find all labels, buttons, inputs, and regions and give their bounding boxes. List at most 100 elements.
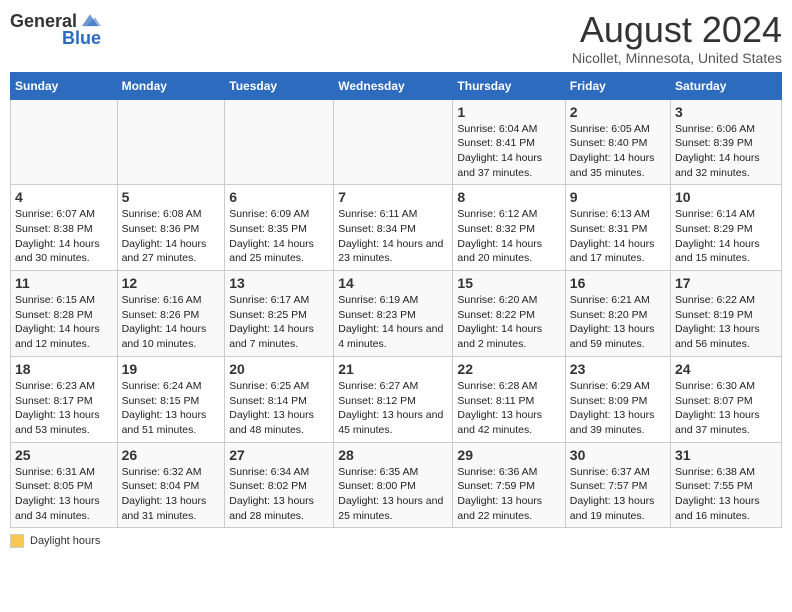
day-info: Sunrise: 6:37 AM Sunset: 7:57 PM Dayligh… [570,465,666,524]
day-number: 23 [570,361,666,377]
day-info: Sunrise: 6:25 AM Sunset: 8:14 PM Dayligh… [229,379,329,438]
calendar-cell: 21Sunrise: 6:27 AM Sunset: 8:12 PM Dayli… [334,356,453,442]
calendar-cell: 29 Sunrise: 6:36 AM Sunset: 7:59 PM Dayli… [453,442,565,528]
day-info: Sunrise: 6:20 AM Sunset: 8:22 PM Dayligh… [457,293,560,352]
calendar-cell: 20 Sunrise: 6:25 AM Sunset: 8:14 PM Dayli… [225,356,334,442]
page-subtitle: Nicollet, Minnesota, United States [572,50,782,66]
calendar-cell: 3 Sunrise: 6:06 AM Sunset: 8:39 PM Daylig… [671,99,782,185]
calendar-cell: 23 Sunrise: 6:29 AM Sunset: 8:09 PM Dayli… [565,356,670,442]
calendar-week-3: 11 Sunrise: 6:15 AM Sunset: 8:28 PM Dayli… [11,271,782,357]
calendar-week-5: 25 Sunrise: 6:31 AM Sunset: 8:05 PM Dayli… [11,442,782,528]
calendar-cell: 28 Sunrise: 6:35 AM Sunset: 8:00 PM Dayli… [334,442,453,528]
day-info: Sunrise: 6:11 AM Sunset: 8:34 PM Dayligh… [338,207,448,266]
day-info: Sunrise: 6:12 AM Sunset: 8:32 PM Dayligh… [457,207,560,266]
day-info: Sunrise: 6:28 AM Sunset: 8:11 PM Dayligh… [457,379,560,438]
calendar-cell: 2 Sunrise: 6:05 AM Sunset: 8:40 PM Daylig… [565,99,670,185]
calendar-table: SundayMondayTuesdayWednesdayThursdayFrid… [10,72,782,529]
day-info: Sunrise: 6:13 AM Sunset: 8:31 PM Dayligh… [570,207,666,266]
day-info: Sunrise: 6:36 AM Sunset: 7:59 PM Dayligh… [457,465,560,524]
day-number: 9 [570,189,666,205]
day-info: Sunrise: 6:19 AM Sunset: 8:23 PM Dayligh… [338,293,448,352]
day-info: Sunrise: 6:21 AM Sunset: 8:20 PM Dayligh… [570,293,666,352]
day-number: 11 [15,275,113,291]
calendar-cell: 15 Sunrise: 6:20 AM Sunset: 8:22 PM Dayli… [453,271,565,357]
day-info: Sunrise: 6:34 AM Sunset: 8:02 PM Dayligh… [229,465,329,524]
day-info: Sunrise: 6:07 AM Sunset: 8:38 PM Dayligh… [15,207,113,266]
day-number: 29 [457,447,560,463]
day-info: Sunrise: 6:29 AM Sunset: 8:09 PM Dayligh… [570,379,666,438]
day-info: Sunrise: 6:30 AM Sunset: 8:07 PM Dayligh… [675,379,777,438]
day-number: 15 [457,275,560,291]
day-info: Sunrise: 6:06 AM Sunset: 8:39 PM Dayligh… [675,122,777,181]
day-number: 30 [570,447,666,463]
day-info: Sunrise: 6:14 AM Sunset: 8:29 PM Dayligh… [675,207,777,266]
day-number: 17 [675,275,777,291]
day-number: 12 [122,275,221,291]
day-info: Sunrise: 6:16 AM Sunset: 8:26 PM Dayligh… [122,293,221,352]
day-info: Sunrise: 6:15 AM Sunset: 8:28 PM Dayligh… [15,293,113,352]
calendar-cell: 8 Sunrise: 6:12 AM Sunset: 8:32 PM Daylig… [453,185,565,271]
calendar-cell: 19Sunrise: 6:24 AM Sunset: 8:15 PM Dayli… [117,356,225,442]
day-info: Sunrise: 6:08 AM Sunset: 8:36 PM Dayligh… [122,207,221,266]
calendar-cell: 11 Sunrise: 6:15 AM Sunset: 8:28 PM Dayli… [11,271,118,357]
calendar-cell: 22 Sunrise: 6:28 AM Sunset: 8:11 PM Dayli… [453,356,565,442]
day-number: 19 [122,361,221,377]
day-info: Sunrise: 6:31 AM Sunset: 8:05 PM Dayligh… [15,465,113,524]
header-tuesday: Tuesday [225,72,334,99]
header-saturday: Saturday [671,72,782,99]
day-info: Sunrise: 6:27 AM Sunset: 8:12 PM Dayligh… [338,379,448,438]
header-friday: Friday [565,72,670,99]
day-info: Sunrise: 6:32 AM Sunset: 8:04 PM Dayligh… [122,465,221,524]
calendar-cell [334,99,453,185]
day-number: 6 [229,189,329,205]
calendar-cell: 26Sunrise: 6:32 AM Sunset: 8:04 PM Dayli… [117,442,225,528]
day-number: 20 [229,361,329,377]
day-number: 28 [338,447,448,463]
day-number: 14 [338,275,448,291]
day-info: Sunrise: 6:05 AM Sunset: 8:40 PM Dayligh… [570,122,666,181]
day-info: Sunrise: 6:38 AM Sunset: 7:55 PM Dayligh… [675,465,777,524]
header-wednesday: Wednesday [334,72,453,99]
legend-label: Daylight hours [30,535,100,547]
day-number: 31 [675,447,777,463]
calendar-cell: 5 Sunrise: 6:08 AM Sunset: 8:36 PM Daylig… [117,185,225,271]
calendar-week-1: 1Sunrise: 6:04 AM Sunset: 8:41 PM Daylig… [11,99,782,185]
day-number: 10 [675,189,777,205]
page-title: August 2024 [572,10,782,50]
day-info: Sunrise: 6:22 AM Sunset: 8:19 PM Dayligh… [675,293,777,352]
day-info: Sunrise: 6:23 AM Sunset: 8:17 PM Dayligh… [15,379,113,438]
calendar-cell: 31 Sunrise: 6:38 AM Sunset: 7:55 PM Dayli… [671,442,782,528]
calendar-cell: 1Sunrise: 6:04 AM Sunset: 8:41 PM Daylig… [453,99,565,185]
day-number: 22 [457,361,560,377]
header-monday: Monday [117,72,225,99]
header-row: SundayMondayTuesdayWednesdayThursdayFrid… [11,72,782,99]
day-number: 24 [675,361,777,377]
calendar-cell: 9 Sunrise: 6:13 AM Sunset: 8:31 PM Daylig… [565,185,670,271]
calendar-cell: 24 Sunrise: 6:30 AM Sunset: 8:07 PM Dayli… [671,356,782,442]
calendar-cell: 18 Sunrise: 6:23 AM Sunset: 8:17 PM Dayli… [11,356,118,442]
day-number: 13 [229,275,329,291]
day-info: Sunrise: 6:35 AM Sunset: 8:00 PM Dayligh… [338,465,448,524]
day-number: 5 [122,189,221,205]
calendar-cell: 30 Sunrise: 6:37 AM Sunset: 7:57 PM Dayli… [565,442,670,528]
day-number: 7 [338,189,448,205]
day-number: 25 [15,447,113,463]
calendar-cell [11,99,118,185]
calendar-cell: 12 Sunrise: 6:16 AM Sunset: 8:26 PM Dayli… [117,271,225,357]
calendar-cell [225,99,334,185]
header: General Blue August 2024 Nicollet, Minne… [10,10,782,66]
day-number: 16 [570,275,666,291]
logo-blue-text: Blue [62,28,101,49]
calendar-cell: 7 Sunrise: 6:11 AM Sunset: 8:34 PM Daylig… [334,185,453,271]
calendar-cell: 14 Sunrise: 6:19 AM Sunset: 8:23 PM Dayli… [334,271,453,357]
day-number: 8 [457,189,560,205]
day-number: 2 [570,104,666,120]
day-number: 18 [15,361,113,377]
day-number: 27 [229,447,329,463]
calendar-cell: 10 Sunrise: 6:14 AM Sunset: 8:29 PM Dayli… [671,185,782,271]
calendar-week-2: 4 Sunrise: 6:07 AM Sunset: 8:38 PM Daylig… [11,185,782,271]
day-number: 3 [675,104,777,120]
calendar-cell: 6Sunrise: 6:09 AM Sunset: 8:35 PM Daylig… [225,185,334,271]
day-number: 4 [15,189,113,205]
calendar-cell: 13Sunrise: 6:17 AM Sunset: 8:25 PM Dayli… [225,271,334,357]
